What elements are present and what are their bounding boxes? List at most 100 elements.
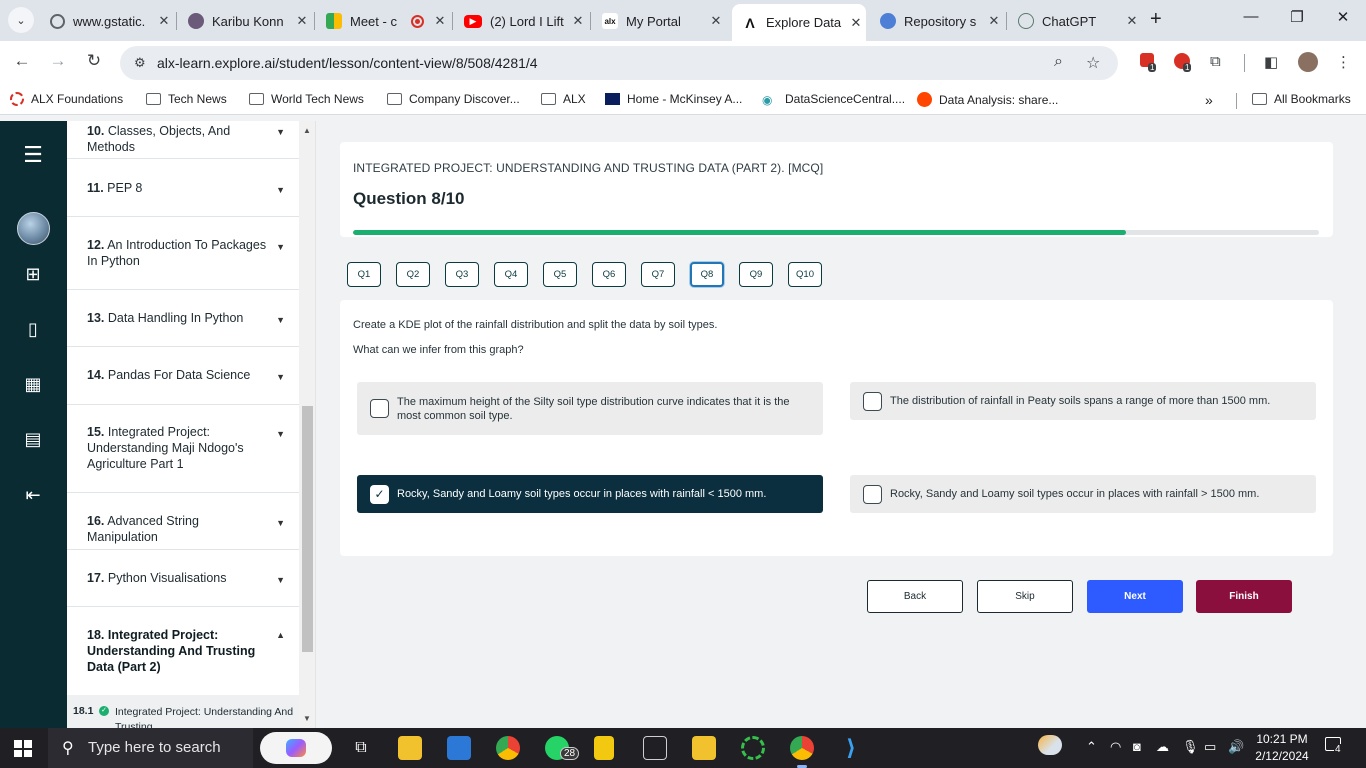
- back-arrow-icon[interactable]: ←: [10, 51, 34, 71]
- lesson-item-16[interactable]: 16. Advanced String Manipulation ▼: [67, 493, 299, 550]
- lesson-item-12[interactable]: 12. An Introduction To Packages In Pytho…: [67, 217, 299, 290]
- dashboard-grid-icon[interactable]: ⊞: [22, 263, 44, 285]
- skip-button[interactable]: Skip: [977, 580, 1073, 613]
- scroll-thumb[interactable]: [302, 406, 313, 652]
- taskbar-search-box[interactable]: ⚲ Type here to search: [48, 728, 253, 768]
- tab-karibu[interactable]: Karibu Konn ✕: [178, 6, 312, 36]
- answer-option-4[interactable]: Rocky, Sandy and Loamy soil types occur …: [850, 475, 1316, 513]
- close-icon[interactable]: ✕: [846, 15, 866, 31]
- cloud-icon[interactable]: ☁: [1156, 739, 1169, 755]
- forward-arrow-icon[interactable]: →: [46, 51, 70, 71]
- bookmark-star-icon[interactable]: ☆: [1086, 53, 1100, 73]
- next-button[interactable]: Next: [1087, 580, 1183, 613]
- answer-option-2[interactable]: The distribution of rainfall in Peaty so…: [850, 382, 1316, 420]
- bookmark-tech-news[interactable]: Tech News: [146, 92, 227, 106]
- question-nav-q7[interactable]: Q7: [641, 262, 675, 287]
- question-nav-q3[interactable]: Q3: [445, 262, 479, 287]
- question-nav-q6[interactable]: Q6: [592, 262, 626, 287]
- scroll-down-icon[interactable]: ▼: [303, 714, 311, 723]
- speaker-icon[interactable]: 🔊: [1228, 739, 1244, 755]
- vscode-icon[interactable]: ⟩: [839, 735, 863, 760]
- tab-my-portal[interactable]: alx My Portal ✕: [592, 6, 726, 36]
- chrome-profile-icon[interactable]: [790, 736, 814, 760]
- bookmark-company-discover[interactable]: Company Discover...: [387, 92, 520, 106]
- question-nav-q1[interactable]: Q1: [347, 262, 381, 287]
- minimize-button[interactable]: —: [1228, 8, 1274, 25]
- extension-red-icon[interactable]: 1: [1140, 53, 1157, 72]
- lesson-list-scrollbar[interactable]: ▲ ▼: [299, 121, 316, 728]
- microsoft-store-icon[interactable]: [447, 736, 471, 760]
- all-bookmarks[interactable]: All Bookmarks: [1252, 92, 1351, 106]
- calendar-icon[interactable]: ▦: [22, 373, 44, 395]
- close-window-button[interactable]: ✕: [1320, 8, 1366, 26]
- side-panel-icon[interactable]: ◧: [1264, 53, 1278, 71]
- question-nav-q8[interactable]: Q8: [690, 262, 724, 287]
- hamburger-menu-icon[interactable]: ☰: [22, 142, 44, 167]
- lesson-item-13[interactable]: 13. Data Handling In Python ▼: [67, 290, 299, 347]
- sublesson-item-18-1[interactable]: 18.1 ✓ Integrated Project: Understanding…: [67, 695, 299, 728]
- bookmark-datasciencecentral[interactable]: ◉ DataScienceCentral....: [762, 92, 905, 107]
- question-nav-q5[interactable]: Q5: [543, 262, 577, 287]
- book-icon[interactable]: ▯: [22, 318, 44, 340]
- site-info-icon[interactable]: ⚙: [134, 55, 146, 71]
- answer-option-1[interactable]: The maximum height of the Silty soil typ…: [357, 382, 823, 435]
- copilot-button[interactable]: [260, 732, 332, 764]
- checkbox-checked[interactable]: ✓: [370, 485, 389, 504]
- more-bookmarks-chevron-icon[interactable]: »: [1205, 92, 1213, 108]
- bookmark-alx[interactable]: ALX: [541, 92, 586, 106]
- close-icon[interactable]: ✕: [984, 13, 1004, 29]
- back-button[interactable]: Back: [867, 580, 963, 613]
- bookmark-reddit-data-analysis[interactable]: Data Analysis: share...: [917, 92, 1058, 107]
- extension-ad-icon[interactable]: 1: [1174, 53, 1192, 73]
- file-explorer-icon[interactable]: [398, 736, 422, 760]
- system-clock[interactable]: 10:21 PM 2/12/2024: [1252, 731, 1312, 765]
- close-icon[interactable]: ✕: [1122, 13, 1142, 29]
- sticky-folder-icon[interactable]: [692, 736, 716, 760]
- bookmark-alx-foundations[interactable]: ALX Foundations: [10, 92, 123, 106]
- tab-chatgpt[interactable]: ChatGPT ✕: [1008, 6, 1142, 36]
- reader-icon[interactable]: [643, 736, 667, 760]
- finish-button[interactable]: Finish: [1196, 580, 1292, 613]
- power-bi-icon[interactable]: [594, 736, 614, 760]
- tab-youtube[interactable]: ▶ (2) Lord I Lift ✕: [454, 6, 588, 36]
- close-icon[interactable]: ✕: [292, 13, 312, 29]
- windows-start-icon[interactable]: [14, 740, 32, 757]
- chevron-up-icon[interactable]: ⌃: [1086, 739, 1097, 755]
- bookmark-world-tech-news[interactable]: World Tech News: [249, 92, 364, 106]
- tab-meet[interactable]: Meet - c ✕: [316, 6, 450, 36]
- close-icon[interactable]: ✕: [430, 13, 450, 29]
- new-tab-button[interactable]: +: [1150, 8, 1162, 31]
- lesson-item-18[interactable]: 18. Integrated Project: Understanding An…: [67, 607, 299, 695]
- refresh-app-icon[interactable]: [741, 736, 765, 760]
- notification-icon[interactable]: 4: [1325, 737, 1345, 757]
- avatar[interactable]: [17, 212, 50, 245]
- battery-icon[interactable]: ▭: [1204, 739, 1216, 755]
- notes-icon[interactable]: ▤: [22, 428, 44, 450]
- wifi-icon[interactable]: ◠: [1110, 739, 1121, 755]
- task-view-icon[interactable]: ⧉: [349, 736, 373, 760]
- question-nav-q9[interactable]: Q9: [739, 262, 773, 287]
- tab-search-button[interactable]: ⌄: [8, 7, 34, 33]
- question-nav-q4[interactable]: Q4: [494, 262, 528, 287]
- extensions-puzzle-icon[interactable]: ⧉: [1210, 53, 1221, 70]
- checkbox[interactable]: [863, 485, 882, 504]
- address-bar[interactable]: ⚙ alx-learn.explore.ai/student/lesson/co…: [120, 46, 1118, 80]
- tab-github[interactable]: Repository s ✕: [870, 6, 1004, 36]
- tab-gstatic[interactable]: www.gstatic. ✕: [40, 6, 174, 36]
- lesson-item-14[interactable]: 14. Pandas For Data Science ▼: [67, 347, 299, 405]
- logout-icon[interactable]: ⇤: [22, 484, 44, 506]
- close-icon[interactable]: ✕: [154, 13, 174, 29]
- question-nav-q10[interactable]: Q10: [788, 262, 822, 287]
- answer-option-3[interactable]: ✓ Rocky, Sandy and Loamy soil types occu…: [357, 475, 823, 513]
- bookmark-mckinsey[interactable]: Home - McKinsey A...: [605, 92, 742, 106]
- lesson-item-10[interactable]: 10. Classes, Objects, And Methods ▼: [67, 121, 299, 159]
- close-icon[interactable]: ✕: [706, 13, 726, 29]
- zoom-search-icon[interactable]: ⌕: [1054, 53, 1063, 71]
- lesson-item-11[interactable]: 11. PEP 8 ▼: [67, 159, 299, 217]
- weather-icon[interactable]: [1038, 735, 1062, 755]
- close-icon[interactable]: ✕: [568, 13, 588, 29]
- camera-icon[interactable]: ◙: [1133, 739, 1141, 754]
- question-nav-q2[interactable]: Q2: [396, 262, 430, 287]
- microphone-icon[interactable]: 🎙: [1182, 739, 1199, 755]
- reload-icon[interactable]: ↻: [82, 51, 106, 71]
